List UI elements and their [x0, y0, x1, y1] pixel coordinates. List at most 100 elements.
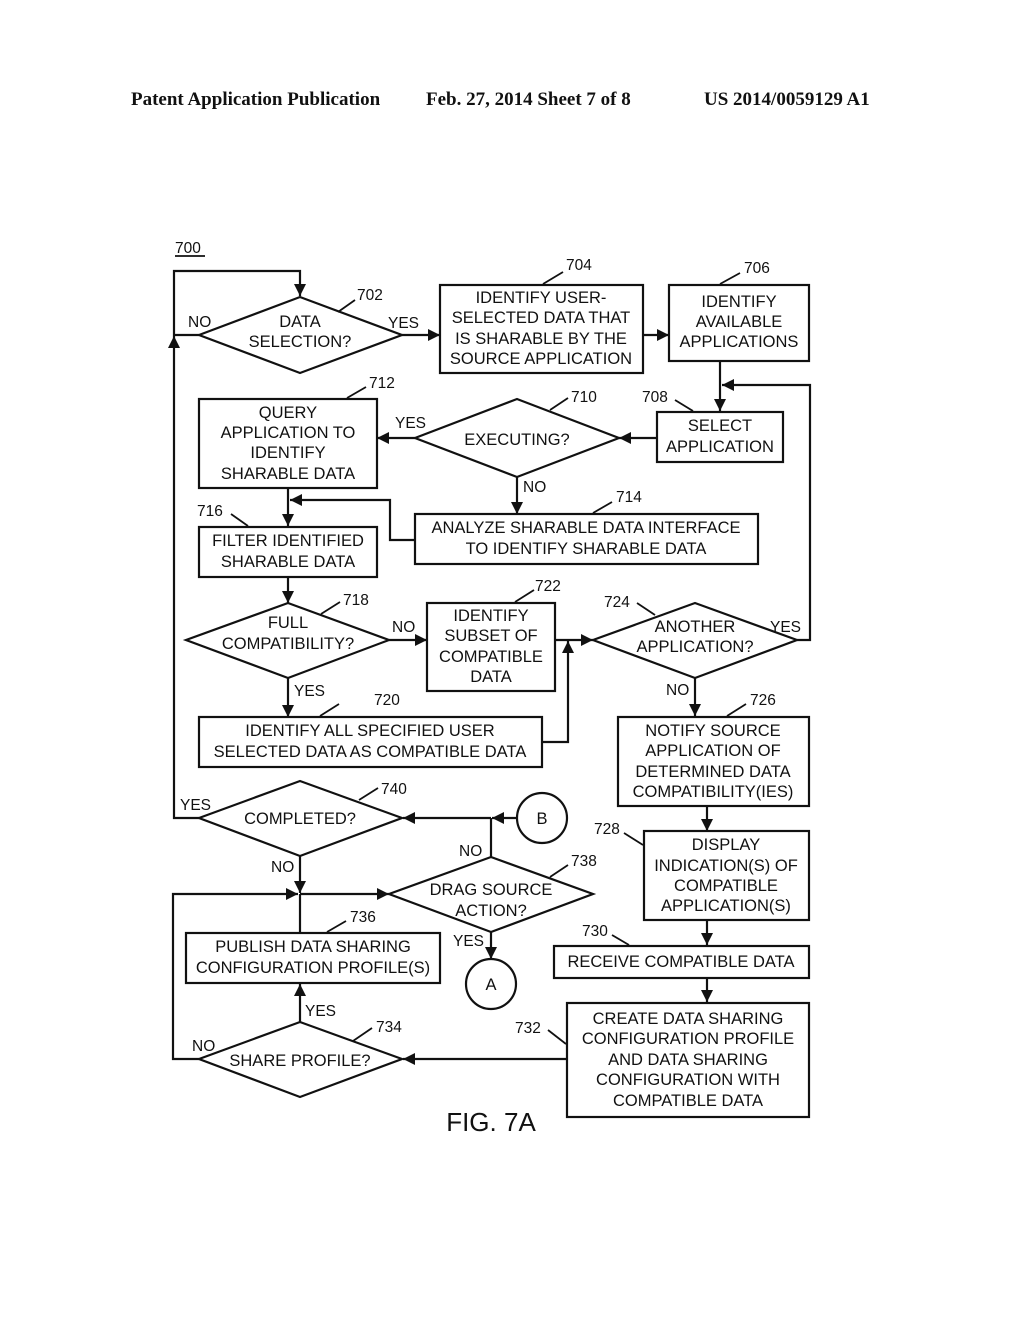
node-736-line-2: CONFIGURATION PROFILE(S): [196, 959, 430, 977]
node-704-line-2: SELECTED DATA THAT: [452, 309, 630, 327]
node-728-line-2: INDICATION(S) OF: [654, 857, 798, 875]
node-726-line-1: NOTIFY SOURCE: [645, 722, 780, 740]
edge-label-734-no: NO: [192, 1038, 215, 1055]
edge-label-724-no: NO: [666, 682, 689, 699]
node-732-line-3: AND DATA SHARING: [608, 1051, 768, 1069]
node-716-line-2: SHARABLE DATA: [221, 553, 355, 571]
connector-a: A: [464, 957, 518, 1011]
node-712-line-4: SHARABLE DATA: [221, 465, 355, 483]
edge-label-710-yes: YES: [395, 415, 426, 432]
node-716-ref: 716: [197, 503, 223, 520]
node-734-decision: SHARE PROFILE? 734: [195, 1019, 406, 1099]
node-704-process: IDENTIFY USER- SELECTED DATA THAT IS SHA…: [438, 257, 645, 375]
node-726-line-2: APPLICATION OF: [645, 742, 780, 760]
node-736-process: PUBLISH DATA SHARING CONFIGURATION PROFI…: [184, 909, 442, 985]
node-704-line-4: SOURCE APPLICATION: [450, 350, 632, 368]
node-740-line-1: COMPLETED?: [244, 810, 356, 828]
node-716-line-1: FILTER IDENTIFIED: [212, 532, 364, 550]
node-728-line-3: COMPATIBLE: [674, 877, 778, 895]
node-708-line-1: SELECT: [688, 417, 752, 435]
node-718-line-2: COMPATIBILITY?: [222, 635, 354, 653]
node-718-line-1: FULL: [268, 614, 308, 632]
node-702-line-1: DATA: [279, 313, 321, 331]
node-726-ref: 726: [750, 692, 776, 709]
node-728-line-1: DISPLAY: [692, 836, 760, 854]
figure-ref: 700: [175, 240, 201, 257]
edge-label-710-no: NO: [523, 479, 546, 496]
connector-a-label: A: [485, 976, 496, 994]
node-730-process: RECEIVE COMPATIBLE DATA 730: [552, 923, 811, 980]
node-732-line-5: COMPATIBLE DATA: [613, 1092, 763, 1110]
node-720-ref: 720: [374, 692, 400, 709]
node-706-line-2: AVAILABLE: [696, 313, 783, 331]
node-738-line-2: ACTION?: [455, 902, 527, 920]
node-722-line-2: SUBSET OF: [444, 627, 537, 645]
edge-740-702: [168, 336, 199, 820]
node-710-ref: 710: [571, 389, 597, 406]
edge-label-718-no: NO: [392, 619, 415, 636]
node-732-line-2: CONFIGURATION PROFILE: [582, 1030, 794, 1048]
node-724-line-2: APPLICATION?: [636, 638, 753, 656]
node-706-line-3: APPLICATIONS: [680, 333, 799, 351]
node-708-process: SELECT APPLICATION 708: [642, 389, 785, 464]
node-714-process: ANALYZE SHARABLE DATA INTERFACE TO IDENT…: [413, 489, 760, 566]
node-712-line-3: IDENTIFY: [250, 444, 325, 462]
edge-label-740-yes: YES: [180, 797, 211, 814]
node-712-process: QUERY APPLICATION TO IDENTIFY SHARABLE D…: [197, 375, 395, 490]
node-728-process: DISPLAY INDICATION(S) OF COMPATIBLE APPL…: [594, 821, 811, 922]
node-712-line-1: QUERY: [259, 404, 317, 422]
node-712-ref: 712: [369, 375, 395, 392]
node-722-process: IDENTIFY SUBSET OF COMPATIBLE DATA 722: [425, 578, 561, 693]
node-722-ref: 722: [535, 578, 561, 595]
node-722-line-1: IDENTIFY: [453, 607, 528, 625]
node-738-line-1: DRAG SOURCE: [430, 881, 553, 899]
edge-label-702-no: NO: [188, 314, 211, 331]
edge-label-724-yes: YES: [770, 619, 801, 636]
node-726-line-3: DETERMINED DATA: [635, 763, 790, 781]
node-710-decision: EXECUTING? 710: [411, 389, 623, 479]
node-714-ref: 714: [616, 489, 642, 506]
node-706-process: IDENTIFY AVAILABLE APPLICATIONS 706: [667, 260, 811, 363]
node-712-line-2: APPLICATION TO: [221, 424, 356, 442]
node-704-line-1: IDENTIFY USER-: [476, 289, 607, 307]
node-724-ref: 724: [604, 594, 630, 611]
node-740-decision: COMPLETED? 740: [195, 779, 407, 858]
node-718-decision: FULL COMPATIBILITY? 718: [182, 592, 393, 680]
node-720-line-1: IDENTIFY ALL SPECIFIED USER: [245, 722, 494, 740]
node-732-ref: 732: [515, 1020, 541, 1037]
node-726-process: NOTIFY SOURCE APPLICATION OF DETERMINED …: [616, 692, 811, 808]
node-730-line-1: RECEIVE COMPATIBLE DATA: [567, 953, 794, 971]
connector-b-label: B: [536, 810, 547, 828]
edge-label-702-yes: YES: [388, 315, 419, 332]
edge-label-718-yes: YES: [294, 683, 325, 700]
node-724-decision: ANOTHER APPLICATION? 724: [589, 594, 801, 680]
node-710-line-1: EXECUTING?: [464, 431, 569, 449]
node-732-line-1: CREATE DATA SHARING: [593, 1010, 784, 1028]
node-708-ref: 708: [642, 389, 668, 406]
node-706-line-1: IDENTIFY: [701, 293, 776, 311]
node-720-process: IDENTIFY ALL SPECIFIED USER SELECTED DAT…: [197, 692, 544, 769]
node-718-ref: 718: [343, 592, 369, 609]
node-724-line-1: ANOTHER: [655, 618, 736, 636]
node-728-ref: 728: [594, 821, 620, 838]
node-732-line-4: CONFIGURATION WITH: [596, 1071, 780, 1089]
node-702-decision: DATA SELECTION? 702: [195, 287, 406, 375]
node-734-line-1: SHARE PROFILE?: [229, 1052, 370, 1070]
node-704-line-3: IS SHARABLE BY THE: [455, 330, 627, 348]
edge-label-740-no: NO: [271, 859, 294, 876]
node-702-line-2: SELECTION?: [249, 333, 352, 351]
connector-b: B: [515, 791, 569, 845]
node-728-line-4: APPLICATION(S): [661, 897, 791, 915]
node-736-ref: 736: [350, 909, 376, 926]
node-706-ref: 706: [744, 260, 770, 277]
edge-label-734-yes: YES: [305, 1003, 336, 1020]
node-736-line-1: PUBLISH DATA SHARING: [215, 938, 411, 956]
node-714-line-1: ANALYZE SHARABLE DATA INTERFACE: [432, 519, 741, 537]
edge-label-738-yes: YES: [453, 933, 484, 950]
node-722-line-4: DATA: [470, 668, 512, 686]
node-720-line-2: SELECTED DATA AS COMPATIBLE DATA: [214, 743, 527, 761]
node-708-line-2: APPLICATION: [666, 438, 774, 456]
node-726-line-4: COMPATIBILITY(IES): [633, 783, 794, 801]
node-734-ref: 734: [376, 1019, 402, 1036]
node-730-ref: 730: [582, 923, 608, 940]
